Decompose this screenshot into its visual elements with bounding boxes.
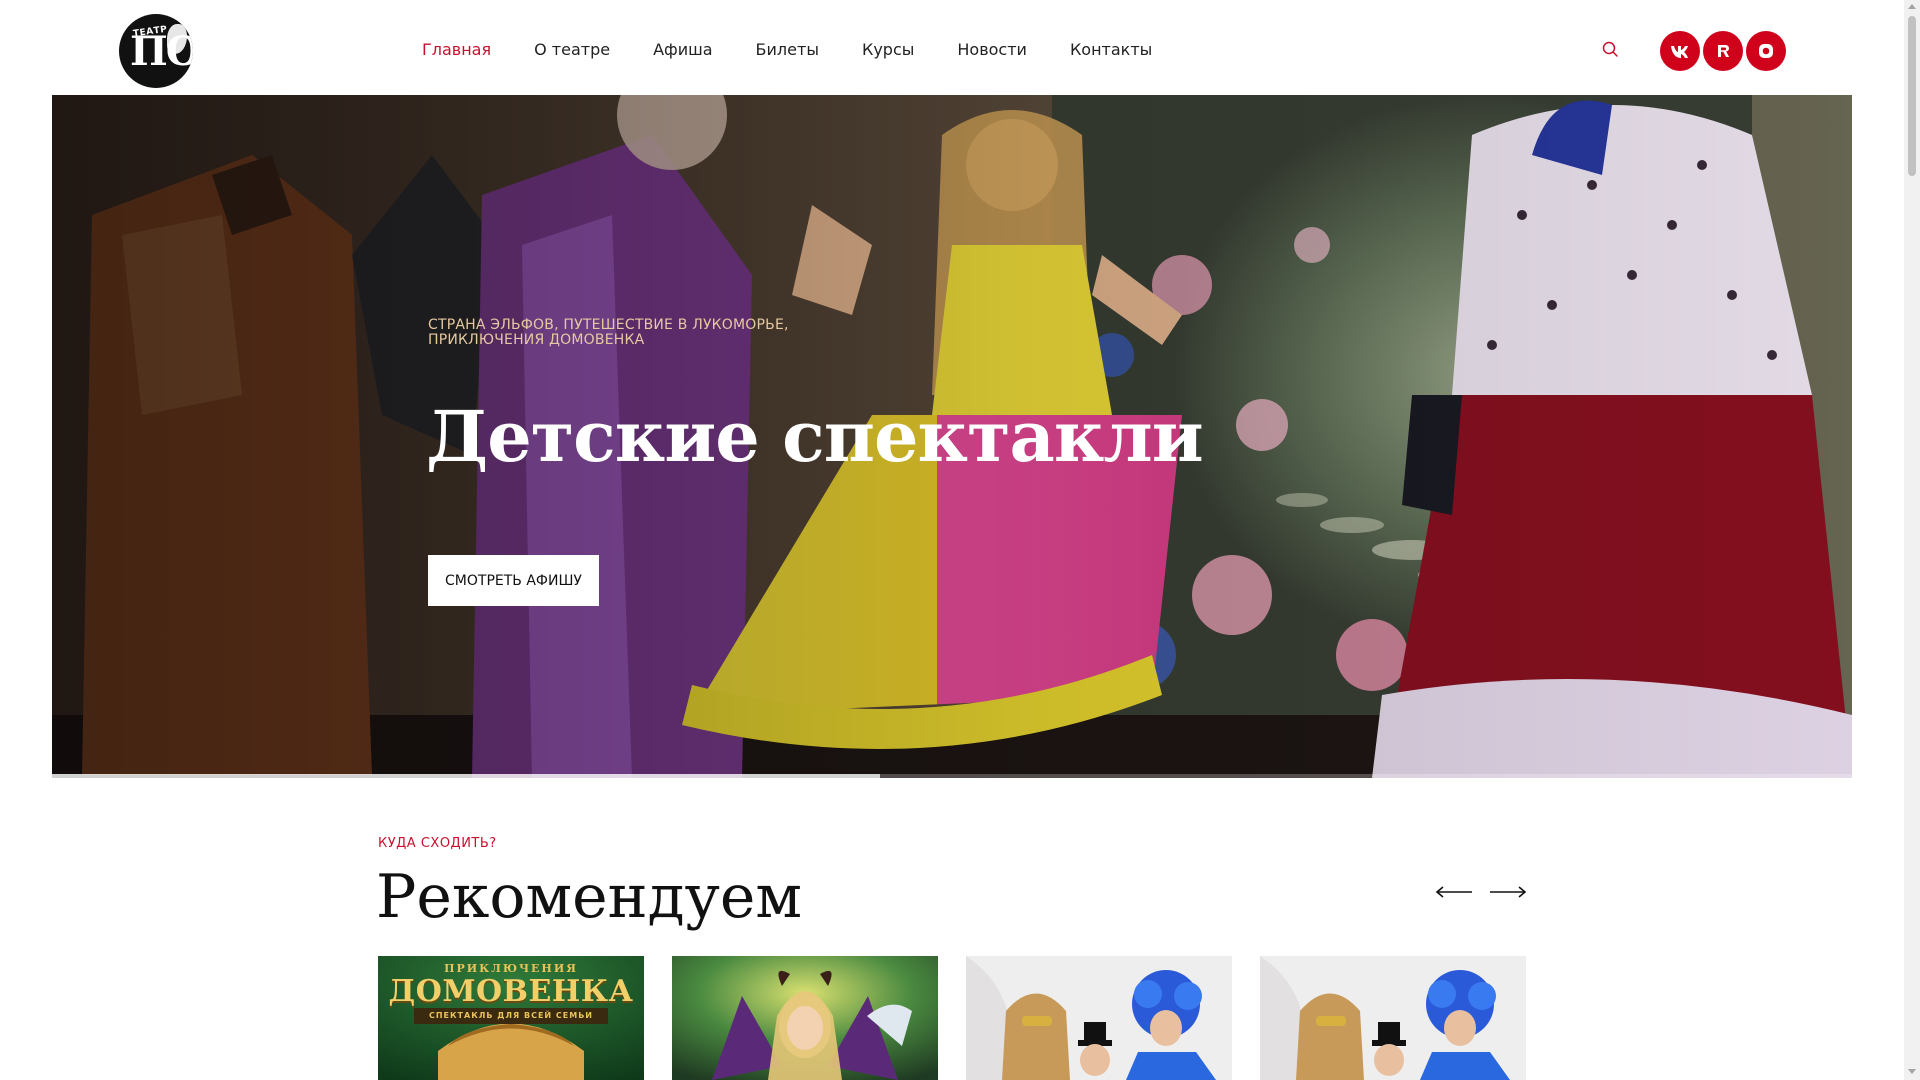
theatre-logo[interactable]: ТЕАТР ПО (119, 14, 193, 88)
nav-item-news[interactable]: Новости (957, 40, 1027, 64)
nav-item-contacts[interactable]: Контакты (1070, 40, 1152, 64)
hero-title: Детские спектакли (426, 395, 1204, 478)
show-poster-image (1260, 956, 1526, 1080)
arrow-right-icon[interactable] (1488, 884, 1528, 900)
arrow-left-icon[interactable] (1434, 884, 1474, 900)
nav-item-playbill[interactable]: Афиша (653, 40, 712, 64)
main-nav: Главная О театре Афиша Билеты Курсы Ново… (422, 40, 1195, 64)
show-poster-image (672, 956, 938, 1080)
show-card-1[interactable]: ПРИКЛЮЧЕНИЯ ДОМОВЕНКА СПЕКТАКЛЬ ДЛЯ ВСЕЙ… (378, 956, 644, 1080)
slide-progress-fill (52, 774, 880, 778)
hero-slider: Страна эльфов, Путешествие в Лукоморье, … (52, 95, 1852, 778)
logo-big-text: ПО (130, 28, 193, 75)
show-card-3[interactable] (966, 956, 1232, 1080)
site-header: ТЕАТР ПО Главная О театре Афиша Билеты К… (0, 0, 1920, 95)
slide-progress-bar (52, 774, 1852, 778)
nav-item-tickets[interactable]: Билеты (756, 40, 819, 64)
show-card-4[interactable] (1260, 956, 1526, 1080)
view-playbill-button[interactable]: Смотреть афишу (428, 555, 599, 606)
show-card-2[interactable] (672, 956, 938, 1080)
nav-item-about[interactable]: О театре (534, 40, 610, 64)
section-eyebrow: КУДА СХОДИТЬ? (378, 836, 497, 851)
chat-icon[interactable] (1746, 31, 1786, 71)
nav-item-courses[interactable]: Курсы (862, 40, 914, 64)
card-subtitle: СПЕКТАКЛЬ ДЛЯ ВСЕЙ СЕМЬИ (414, 1008, 608, 1024)
card-title-big: ДОМОВЕНКА (388, 974, 634, 1009)
nav-item-home[interactable]: Главная (422, 40, 491, 64)
search-icon[interactable] (1601, 40, 1621, 60)
page-scrollbar[interactable] (1904, 0, 1920, 1080)
scroll-up-arrow-icon[interactable] (1908, 4, 1916, 9)
show-poster-image (966, 956, 1232, 1080)
scroll-down-arrow-icon[interactable] (1908, 1069, 1916, 1074)
rutube-icon[interactable] (1703, 31, 1743, 71)
hero-eyebrow: Страна эльфов, Путешествие в Лукоморье, … (428, 317, 789, 348)
vk-icon[interactable] (1660, 31, 1700, 71)
section-title: Рекомендуем (376, 862, 803, 932)
scroll-thumb[interactable] (1908, 16, 1916, 176)
